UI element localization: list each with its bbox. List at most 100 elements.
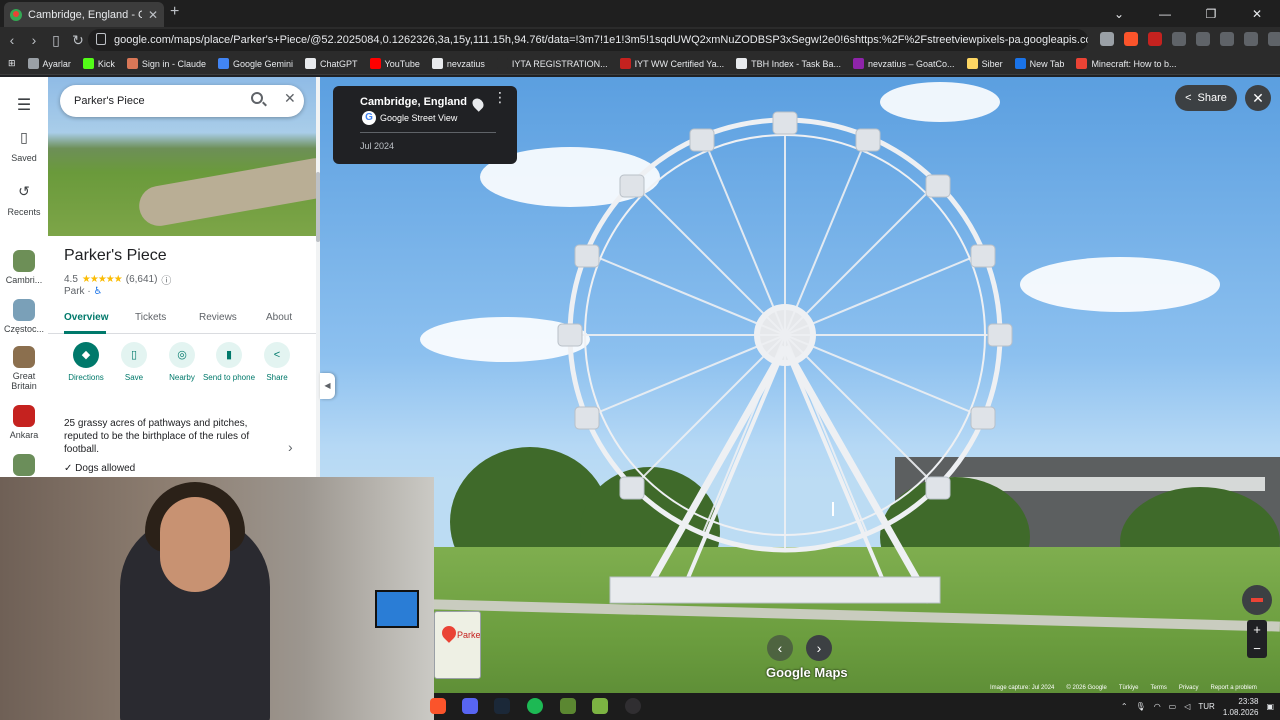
menu-button[interactable]: ☰ (0, 95, 48, 115)
minimize-button[interactable]: — (1142, 7, 1188, 21)
more-options-icon[interactable]: ⋮ (493, 90, 507, 104)
share-place-button[interactable]: < Share (249, 342, 305, 382)
reload-button[interactable]: ↻ (68, 32, 88, 49)
privacy-link[interactable]: Privacy (1179, 685, 1199, 693)
copyright-text: © 2026 Google (1066, 685, 1107, 691)
extensions-icon[interactable] (1220, 32, 1234, 46)
search-input[interactable]: Parker's Piece (60, 85, 304, 117)
steam-icon[interactable] (494, 698, 510, 714)
bookmark-item[interactable]: YouTube (369, 58, 420, 69)
clear-search-icon[interactable]: ✕ (284, 90, 296, 107)
location-pin-icon[interactable] (470, 96, 486, 112)
location-title: Cambridge, England (360, 96, 467, 108)
terms-link[interactable]: Terms (1151, 685, 1167, 693)
restore-button[interactable]: ❐ (1188, 7, 1234, 21)
clock[interactable]: 23:38 1.08.2026 (1223, 696, 1259, 718)
bookmark-label: New Tab (1029, 58, 1065, 69)
tab-tickets[interactable]: Tickets (135, 312, 166, 323)
wifi-icon[interactable]: ◠ (1154, 702, 1161, 711)
new-tab-button[interactable]: + (170, 3, 179, 21)
url-field[interactable]: google.com/maps/place/Parker's+Piece/@52… (88, 29, 1088, 51)
tab-about[interactable]: About (266, 312, 292, 323)
browser-tab[interactable]: Cambridge, England - Google M ✕ (4, 2, 164, 27)
brave-icon[interactable] (430, 698, 446, 714)
apps-grid-icon[interactable]: ⊞ (8, 58, 16, 69)
bookmark-label: ChatGPT (320, 58, 358, 69)
notifications-icon[interactable]: ▣ (1266, 702, 1274, 711)
vpn-icon[interactable] (1244, 32, 1258, 46)
minimap[interactable]: Parke (434, 611, 481, 679)
search-query: Parker's Piece (74, 95, 145, 107)
bookmark-item[interactable]: Minecraft: How to b... (1076, 58, 1176, 69)
saved-button[interactable]: ▯ Saved (0, 129, 48, 163)
recent-place-item[interactable] (0, 454, 48, 479)
bookmark-item[interactable]: Ayarlar (27, 58, 71, 69)
bookmark-item[interactable]: nevzatius – GoatCo... (853, 58, 955, 69)
wallet-icon[interactable] (1196, 32, 1210, 46)
recent-place-item[interactable]: Great Britain (0, 346, 48, 391)
panel-scrollbar[interactable] (316, 77, 320, 477)
street-view-image[interactable] (320, 77, 1280, 693)
recent-place-label: Ankara (9, 430, 39, 440)
menu-icon[interactable] (1268, 32, 1280, 46)
minecraft-icon[interactable] (560, 698, 576, 714)
brave-shields-icon[interactable] (1124, 32, 1138, 46)
share-icon: < (264, 342, 290, 368)
discord-icon[interactable] (462, 698, 478, 714)
region-link[interactable]: Türkiye (1119, 685, 1139, 693)
microphone-icon[interactable]: 🎙 (1136, 702, 1146, 711)
rewards-icon[interactable] (1148, 32, 1162, 46)
bookmark-item[interactable]: TBH Index - Task Ba... (736, 58, 841, 69)
sidebar-icon[interactable] (1172, 32, 1186, 46)
bookmark-icon[interactable]: ▯ (46, 32, 66, 49)
compass-icon[interactable] (1242, 585, 1272, 615)
address-bar: ‹ › ▯ ↻ google.com/maps/place/Parker's+P… (0, 27, 1280, 53)
street-view-source: Google Street View (380, 113, 458, 123)
info-icon[interactable]: ⓘ (161, 272, 171, 287)
tray-chevron-icon[interactable]: ⌃ (1121, 702, 1128, 711)
capture-date[interactable]: Jul 2024 (360, 141, 394, 151)
tab-reviews[interactable]: Reviews (199, 312, 237, 323)
site-info-icon[interactable] (96, 33, 106, 45)
close-window-button[interactable]: ✕ (1234, 7, 1280, 21)
battery-icon[interactable]: ▭ (1169, 702, 1177, 711)
zoom-in-button[interactable]: + (1247, 620, 1267, 639)
spotify-icon[interactable] (527, 698, 543, 714)
bookmark-item[interactable]: New Tab (1014, 58, 1065, 69)
volume-icon[interactable]: ◁ (1184, 702, 1190, 711)
bookmark-item[interactable]: ChatGPT (305, 58, 358, 69)
chevron-right-icon[interactable]: › (288, 439, 293, 455)
back-button[interactable]: ‹ (2, 32, 22, 48)
tab-title: Cambridge, England - Google M (28, 8, 142, 21)
bookmark-item[interactable]: nevzatius (431, 58, 485, 69)
tab-close-icon[interactable]: ✕ (148, 8, 158, 22)
bookmark-item[interactable]: Sign in - Claude (126, 58, 206, 69)
recents-button[interactable]: ↺ Recents (0, 183, 48, 217)
share-button[interactable]: < Share (1175, 85, 1237, 111)
cast-icon[interactable] (1100, 32, 1114, 46)
collapse-panel-button[interactable]: ◀ (320, 373, 335, 399)
tab-overview[interactable]: Overview (64, 312, 108, 323)
recent-place-item[interactable]: Cambri... (0, 250, 48, 285)
language-indicator[interactable]: TUR (1198, 702, 1214, 711)
search-icon[interactable] (251, 92, 263, 104)
zoom-out-button[interactable]: − (1247, 639, 1267, 658)
recent-place-item[interactable]: Ankara (0, 405, 48, 440)
reviews-count[interactable]: (6,641) (126, 274, 158, 285)
bookmark-item[interactable]: Kick (82, 58, 115, 69)
minecraft-launcher-icon[interactable] (592, 698, 608, 714)
report-problem-link[interactable]: Report a problem (1211, 685, 1257, 693)
bookmark-item[interactable]: Siber (966, 58, 1003, 69)
bookmark-item[interactable]: IYTA REGISTRATION... (496, 58, 608, 69)
recent-place-item[interactable]: Częstoc... (0, 299, 48, 334)
bookmark-label: Kick (97, 58, 115, 69)
close-street-view-button[interactable]: ✕ (1245, 85, 1271, 111)
obs-icon[interactable] (625, 698, 641, 714)
bookmark-item[interactable]: Google Gemini (217, 58, 293, 69)
next-arrow-button[interactable]: › (806, 635, 832, 661)
place-type-label: Park · (64, 286, 91, 297)
previous-arrow-button[interactable]: ‹ (767, 635, 793, 661)
tab-list-chevron-icon[interactable]: ⌄ (1096, 7, 1142, 21)
bookmark-item[interactable]: IYT WW Certified Ya... (619, 58, 724, 69)
forward-button[interactable]: › (24, 32, 44, 48)
